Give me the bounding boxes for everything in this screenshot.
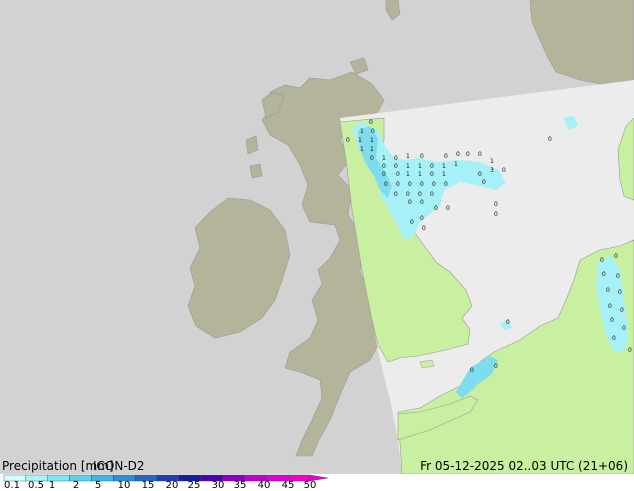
precip-value: 0	[616, 273, 620, 280]
weather-map: 0101101110010000000110111001101030000000…	[0, 0, 634, 491]
precip-value: 0	[628, 347, 632, 354]
precip-value: 0	[608, 303, 612, 310]
precip-value: 0	[502, 167, 506, 174]
precip-value: 0	[548, 136, 552, 143]
valid-datetime: Fr 05-12-2025 02..03 UTC (21+06)	[420, 459, 628, 473]
precip-value: 1	[418, 171, 422, 178]
precip-value: 0	[408, 199, 412, 206]
precip-value: 0	[444, 153, 448, 160]
precip-value: 0	[606, 287, 610, 294]
precip-value: 0	[382, 163, 386, 170]
precip-value: 0	[432, 181, 436, 188]
precip-value: 0	[470, 367, 474, 374]
precip-value: 0	[430, 191, 434, 198]
precip-value: 0	[506, 319, 510, 326]
precip-value: 0	[478, 171, 482, 178]
precip-value: 1	[360, 146, 364, 153]
precip-value: 0	[456, 151, 460, 158]
precip-value: 0	[494, 363, 498, 370]
precip-value: 0	[434, 205, 438, 212]
precip-value: 1	[406, 163, 410, 170]
precip-value: 0	[612, 335, 616, 342]
precip-value: 0	[420, 215, 424, 222]
precip-value: 0	[620, 307, 624, 314]
precip-value: 0	[478, 151, 482, 158]
precip-value: 0	[494, 211, 498, 218]
precip-value: 1	[358, 137, 362, 144]
precip-value: 3	[490, 167, 494, 174]
precip-value: 0	[396, 171, 400, 178]
precip-value: 0	[420, 181, 424, 188]
precip-value: 0	[602, 271, 606, 278]
map-canvas: 01 01 101 110 0 1 0 0 0 0 00 0 1 1 0 1 1 10 0 1 1 0 1 03 00 0 0 0 0 0…	[0, 0, 634, 474]
precip-value: 1	[454, 161, 458, 168]
precip-value: 0	[420, 153, 424, 160]
precip-value: 0	[494, 201, 498, 208]
precip-value: 0	[394, 163, 398, 170]
precip-value: 0	[622, 325, 626, 332]
precip-value: 0	[418, 191, 422, 198]
precip-value: 1	[360, 128, 364, 135]
precip-value: 1	[382, 155, 386, 162]
precip-value: 1	[370, 137, 374, 144]
precip-value: 0	[482, 179, 486, 186]
precip-value: 0	[430, 163, 434, 170]
precip-value: 0	[394, 191, 398, 198]
precip-value: 1	[418, 163, 422, 170]
precip-value: 0	[430, 171, 434, 178]
precip-value: 0	[446, 205, 450, 212]
model-name: ICON-D2	[93, 459, 145, 473]
precip-value: 1	[406, 171, 410, 178]
precip-value: 0	[444, 181, 448, 188]
precip-value: 1	[442, 163, 446, 170]
precip-value: 0	[369, 119, 373, 126]
precip-value: 0	[394, 155, 398, 162]
precip-value: 1	[406, 153, 410, 160]
precip-value: 0	[610, 317, 614, 324]
precip-value: 0	[371, 128, 375, 135]
precip-value: 0	[408, 181, 412, 188]
precip-value: 1	[490, 158, 494, 165]
precip-value: 0	[382, 171, 386, 178]
precip-value: 0	[396, 181, 400, 188]
precip-value: 0	[384, 181, 388, 188]
precip-value: 1	[442, 171, 446, 178]
precip-value: 0	[422, 225, 426, 232]
precip-value: 0	[346, 137, 350, 144]
precip-value: 0	[614, 253, 618, 260]
precip-value: 0	[406, 191, 410, 198]
precip-value: 0	[370, 155, 374, 162]
precip-value: 1	[370, 146, 374, 153]
precip-value: 0	[420, 199, 424, 206]
precip-value: 0	[600, 257, 604, 264]
precip-value: 0	[466, 151, 470, 158]
precip-value: 0	[618, 289, 622, 296]
precip-value: 0	[410, 219, 414, 226]
